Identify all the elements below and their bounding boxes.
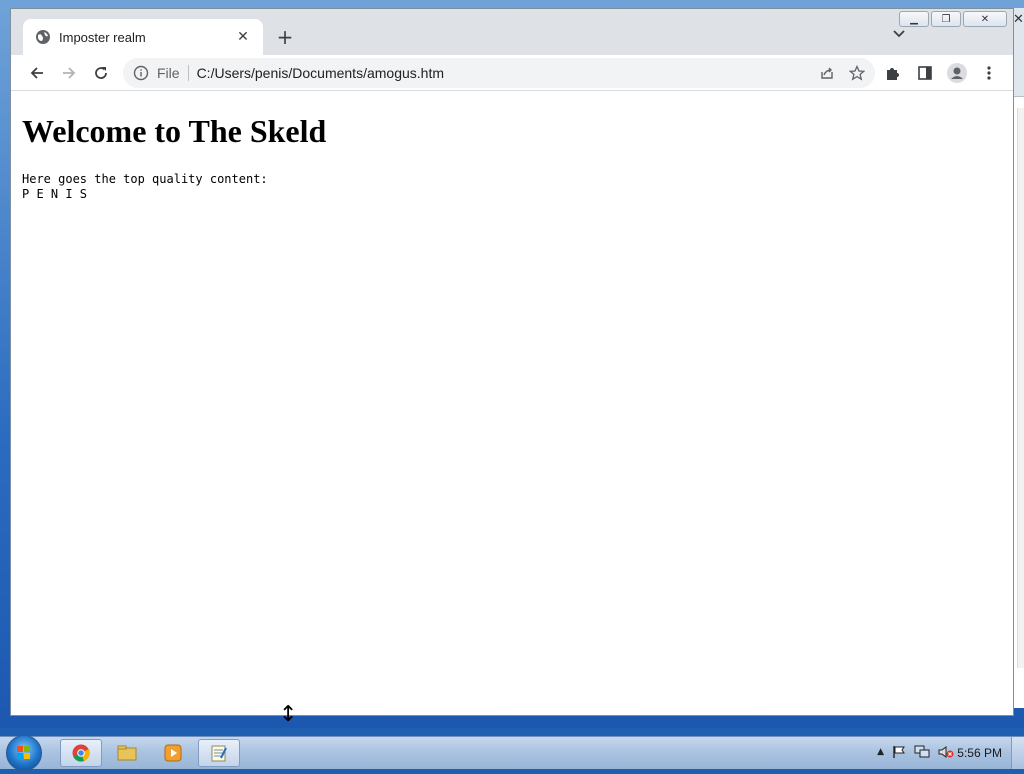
- star-icon[interactable]: [849, 65, 865, 81]
- windows-logo-icon: [17, 746, 30, 759]
- side-panel-icon: [918, 66, 932, 80]
- toolbar: File C:/Users/penis/Documents/amogus.htm: [11, 55, 1013, 91]
- taskbar: ▲ 5:56 PM: [0, 735, 1024, 771]
- tab-strip: ▁ ❐ ✕ Imposter realm ✕ +: [11, 9, 1013, 55]
- resize-cursor-icon: ↕: [279, 702, 298, 727]
- chrome-taskbar-button[interactable]: [60, 739, 102, 767]
- chrome-icon: [72, 744, 90, 762]
- minimize-button[interactable]: ▁: [899, 11, 929, 27]
- page-content: Welcome to The Skeld Here goes the top q…: [11, 91, 1013, 715]
- restore-icon: ❐: [941, 13, 951, 25]
- back-arrow-icon: [30, 67, 43, 79]
- file-explorer-taskbar-button[interactable]: [106, 739, 148, 767]
- notepad-icon: [211, 745, 227, 762]
- page-heading: Welcome to The Skeld: [22, 113, 327, 149]
- action-center-flag-icon[interactable]: [892, 745, 906, 759]
- close-icon: ✕: [980, 13, 990, 25]
- scheme-label: File: [157, 65, 189, 81]
- extensions-button[interactable]: [881, 61, 905, 85]
- tab-imposter-realm[interactable]: Imposter realm ✕: [23, 19, 263, 55]
- content-line-1: Here goes the top quality content:: [22, 172, 268, 186]
- windows-start-icon[interactable]: [6, 735, 42, 771]
- tab-search-button[interactable]: [893, 27, 905, 41]
- profile-icon: [947, 63, 967, 83]
- background-window-scrollbar[interactable]: [1017, 108, 1024, 668]
- menu-button[interactable]: [977, 61, 1001, 85]
- kebab-menu-icon: [987, 66, 991, 80]
- side-panel-button[interactable]: [913, 61, 937, 85]
- tab-title: Imposter realm: [59, 29, 146, 45]
- address-bar[interactable]: File C:/Users/penis/Documents/amogus.htm: [123, 58, 875, 88]
- profile-button[interactable]: [945, 61, 969, 85]
- minimize-icon: ▁: [910, 13, 918, 25]
- plus-icon: +: [276, 25, 294, 49]
- reload-icon: [95, 67, 107, 79]
- show-hidden-icons-icon[interactable]: ▲: [877, 747, 884, 757]
- forward-arrow-icon: [63, 67, 76, 79]
- chevron-down-icon: [893, 30, 905, 38]
- network-icon[interactable]: [914, 745, 930, 759]
- url-text[interactable]: C:/Users/penis/Documents/amogus.htm: [197, 65, 875, 81]
- volume-muted-icon[interactable]: [938, 745, 954, 759]
- taskbar-clock[interactable]: 5:56 PM: [957, 746, 1002, 760]
- background-window-close-icon[interactable]: ✕: [1013, 12, 1024, 27]
- share-icon[interactable]: [819, 65, 835, 81]
- forward-button[interactable]: [57, 61, 81, 85]
- close-window-button[interactable]: ✕: [963, 11, 1007, 27]
- puzzle-icon: [887, 68, 899, 80]
- notepad-taskbar-button[interactable]: [198, 739, 240, 767]
- globe-icon: [36, 30, 50, 44]
- media-player-taskbar-button[interactable]: [152, 739, 194, 767]
- page-preformatted-text: Here goes the top quality content: P E N …: [22, 172, 268, 202]
- new-tab-button[interactable]: +: [273, 25, 297, 49]
- tab-close-icon[interactable]: ✕: [235, 29, 251, 45]
- window-controls: ▁ ❐ ✕: [899, 11, 1007, 27]
- restore-button[interactable]: ❐: [931, 11, 961, 27]
- media-player-icon: [164, 744, 182, 762]
- browser-window: ▁ ❐ ✕ Imposter realm ✕ + File C:/Users/p…: [10, 8, 1014, 716]
- content-line-2: P E N I S: [22, 187, 88, 201]
- info-icon[interactable]: [133, 65, 149, 81]
- reload-button[interactable]: [89, 61, 113, 85]
- system-tray: ▲: [877, 745, 954, 759]
- show-desktop-button[interactable]: [1011, 737, 1024, 769]
- back-button[interactable]: [25, 61, 49, 85]
- file-explorer-icon: [117, 745, 137, 761]
